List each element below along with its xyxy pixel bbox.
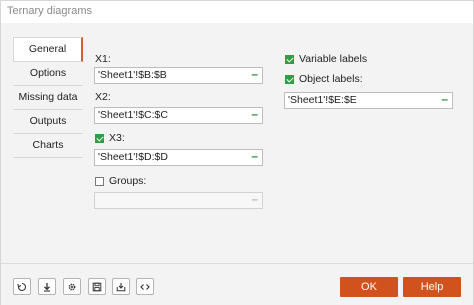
reset-icon: [17, 282, 27, 291]
x3-label: X3:: [109, 132, 125, 144]
groups-label: Groups:: [109, 175, 147, 187]
variable-labels-checkbox[interactable]: [285, 55, 294, 64]
tab-charts[interactable]: Charts: [13, 134, 83, 158]
save-icon: [92, 282, 102, 291]
footer-bar: OK Help: [1, 263, 473, 305]
groups-field[interactable]: –: [94, 192, 263, 209]
x2-label: X2:: [95, 91, 111, 103]
x3-value: 'Sheet1'!$D:$D: [98, 151, 168, 163]
load-button[interactable]: [112, 278, 130, 295]
sidebar-tabs: General Options Missing data Outputs Cha…: [13, 37, 83, 158]
settings-icon: [68, 283, 76, 290]
variable-labels-label: Variable labels: [299, 53, 368, 65]
object-labels-label: Object labels:: [299, 73, 363, 85]
reset-button[interactable]: [13, 278, 31, 295]
general-panel: X1: 'Sheet1'!$B:$B – X2: 'Sheet1'!$C:$C …: [83, 37, 462, 257]
download-button[interactable]: [38, 278, 56, 295]
title-bar: Ternary diagrams: [1, 1, 473, 23]
code-icon: [140, 283, 150, 290]
tab-general[interactable]: General: [13, 37, 83, 62]
code-button[interactable]: [136, 278, 154, 295]
groups-clear-icon[interactable]: –: [251, 192, 258, 206]
dialog-window: Ternary diagrams General Options Missing…: [0, 0, 474, 305]
x2-clear-icon[interactable]: –: [251, 107, 258, 121]
save-button[interactable]: [88, 278, 106, 295]
x1-label: X1:: [95, 53, 111, 65]
object-labels-field[interactable]: 'Sheet1'!$E:$E –: [284, 92, 453, 109]
groups-checkbox[interactable]: [95, 177, 104, 186]
help-button[interactable]: Help: [403, 277, 461, 297]
object-labels-value: 'Sheet1'!$E:$E: [288, 94, 357, 106]
x3-clear-icon[interactable]: –: [251, 149, 258, 163]
tab-missing-data[interactable]: Missing data: [13, 86, 83, 110]
x3-checkbox[interactable]: [95, 134, 104, 143]
window-title: Ternary diagrams: [7, 5, 92, 17]
x2-value: 'Sheet1'!$C:$C: [98, 109, 168, 121]
load-icon: [116, 282, 126, 291]
object-labels-clear-icon[interactable]: –: [441, 92, 448, 106]
object-labels-checkbox[interactable]: [285, 75, 294, 84]
tab-options[interactable]: Options: [13, 62, 83, 86]
x1-field[interactable]: 'Sheet1'!$B:$B –: [94, 67, 263, 84]
x1-clear-icon[interactable]: –: [251, 67, 258, 81]
ok-button[interactable]: OK: [340, 277, 398, 297]
x3-field[interactable]: 'Sheet1'!$D:$D –: [94, 149, 263, 166]
x1-value: 'Sheet1'!$B:$B: [98, 69, 167, 81]
download-icon: [44, 282, 50, 292]
tab-outputs[interactable]: Outputs: [13, 110, 83, 134]
x2-field[interactable]: 'Sheet1'!$C:$C –: [94, 107, 263, 124]
settings-button[interactable]: [63, 278, 81, 295]
